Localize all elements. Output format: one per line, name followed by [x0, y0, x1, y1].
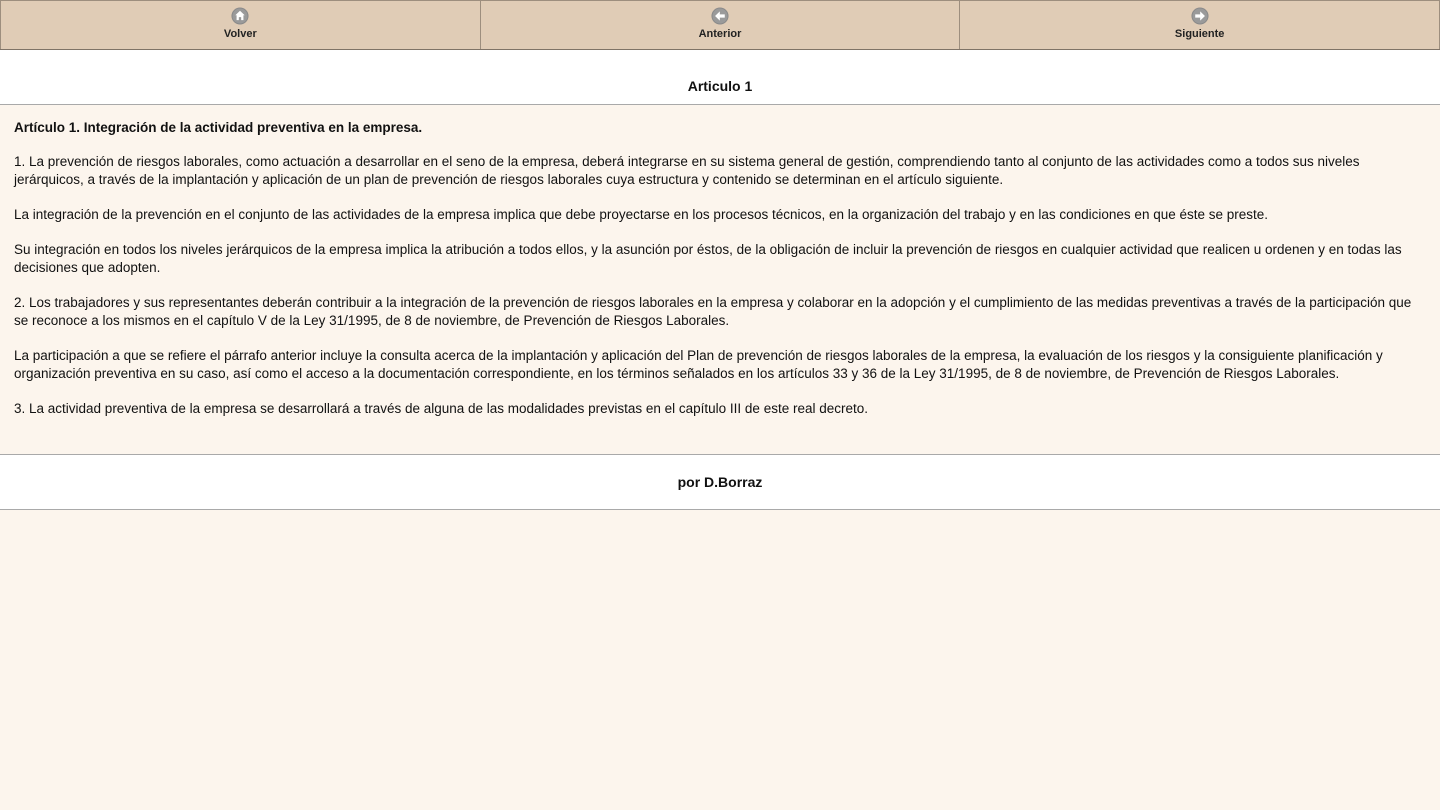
page-title: Articulo 1	[687, 78, 753, 94]
article-paragraph: La participación a que se refiere el pár…	[14, 348, 1383, 381]
next-button[interactable]: Siguiente	[959, 1, 1440, 49]
back-home-label: Volver	[223, 28, 257, 40]
previous-button[interactable]: Anterior	[479, 1, 960, 49]
article-paragraph: Su integración en todos los niveles jerá…	[14, 242, 1402, 275]
previous-label: Anterior	[698, 28, 742, 40]
navigation-toolbar: Volver Anterior Siguiente	[0, 0, 1440, 50]
article-paragraph: 3. La actividad preventiva de la empresa…	[14, 401, 869, 416]
arrow-left-icon	[711, 7, 729, 25]
article-paragraph: 2. Los trabajadores y sus representantes…	[14, 295, 1412, 328]
home-icon	[231, 7, 249, 25]
article-paragraph: La integración de la prevención en el co…	[14, 207, 1269, 222]
article-paragraph: 1. La prevención de riesgos laborales, c…	[14, 154, 1360, 187]
article-content: Artículo 1. Integración de la actividad …	[0, 105, 1440, 455]
back-home-button[interactable]: Volver	[0, 1, 480, 49]
footer-bar: por D.Borraz	[0, 455, 1440, 510]
next-label: Siguiente	[1174, 28, 1225, 40]
arrow-right-icon	[1191, 7, 1209, 25]
author-credit: por D.Borraz	[677, 474, 763, 490]
article-title-bar: Articulo 1	[0, 50, 1440, 105]
article-heading: Artículo 1. Integración de la actividad …	[14, 120, 423, 135]
